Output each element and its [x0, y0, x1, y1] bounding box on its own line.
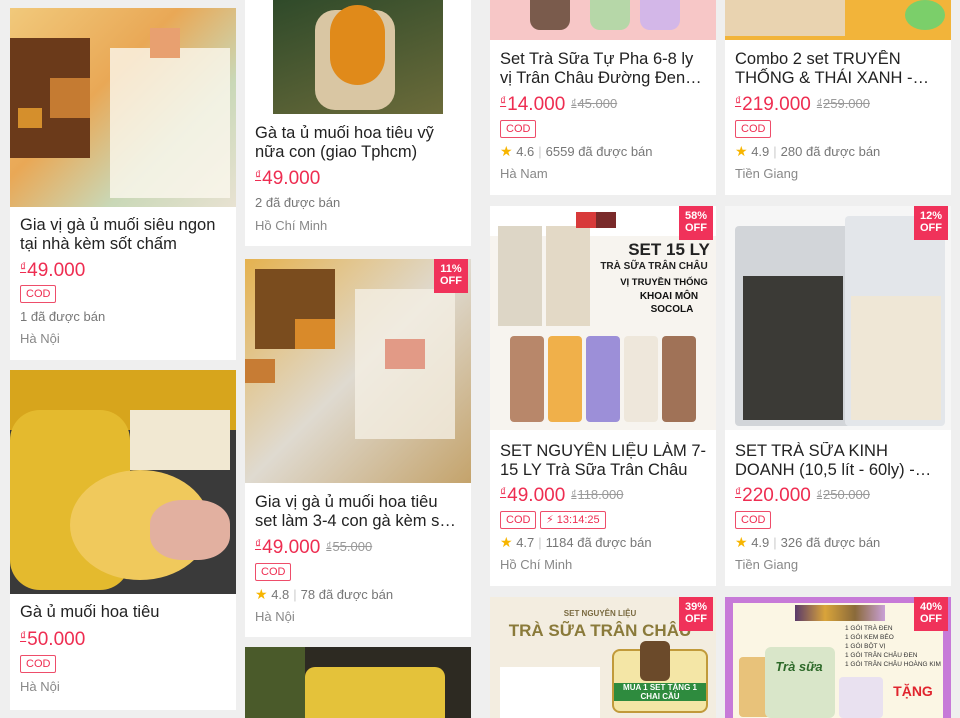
product-title: SET TRÀ SỮA KINH DOANH (10,5 lít - 60ly)…: [735, 442, 915, 479]
product-card[interactable]: Gia vị gà ủ muối siêu ngon tại nhà kèm s…: [10, 8, 236, 360]
product-location: Hà Nam: [500, 166, 548, 181]
product-card[interactable]: [245, 647, 471, 718]
sold-count: 2 đã được bán: [255, 195, 341, 210]
product-location: Hồ Chí Minh: [500, 557, 573, 572]
discount-badge: 12% OFF: [914, 206, 948, 240]
rating-sold: ★ 4.9 | 326 đã được bán: [735, 534, 881, 550]
product-card[interactable]: SET 15 LY TRÀ SỮA TRÂN CHÂU VỊ TRUYỀN TH…: [490, 206, 716, 586]
rating-sold: ★ 4.9 | 280 đã được bán: [735, 143, 881, 159]
promo-gift: TẶNG: [893, 683, 933, 699]
old-price: ₫259.000: [816, 96, 870, 111]
old-price: ₫45.000: [571, 96, 618, 111]
cod-badge: COD: [255, 563, 292, 581]
discount-badge: 39% OFF: [679, 597, 713, 631]
promo-line: 1 GÓI BỘT VỊ: [845, 643, 886, 650]
product-location: Tiền Giang: [735, 557, 799, 572]
product-price: ₫14.000 ₫45.000: [500, 94, 618, 115]
promo-headline: SET 15 LY: [628, 240, 710, 259]
star-icon: ★: [255, 586, 268, 602]
promo-line: KHOAI MÔN: [639, 291, 699, 302]
product-image: [10, 8, 236, 207]
promo-line: MUA 1 SET TẶNG 1 CHAI CẦU: [614, 683, 706, 701]
cod-badge: COD: [735, 120, 772, 138]
discount-badge: 58% OFF: [679, 206, 713, 240]
rating-sold: ★ 4.8 | 78 đã được bán: [255, 586, 394, 602]
product-title: SET NGUYÊN LIỆU LÀM 7-15 LY Trà Sữa Trân…: [500, 442, 707, 479]
star-icon: ★: [500, 143, 513, 159]
product-location: Hà Nội: [20, 331, 60, 346]
discount-badge: 11% OFF: [434, 259, 468, 293]
promo-line: SOCOLA: [650, 304, 694, 315]
product-price: ₫50.000: [20, 629, 86, 650]
product-title: Gia vị gà ủ muối hoa tiêu set làm 3-4 co…: [255, 493, 454, 530]
discount-badge: 40% OFF: [914, 597, 948, 631]
product-location: Hà Nội: [255, 609, 295, 624]
cod-badge: COD: [20, 285, 57, 303]
product-location: Hồ Chí Minh: [255, 218, 328, 233]
product-price: ₫49.000: [255, 168, 321, 189]
product-card[interactable]: 11% OFF Gia vị gà ủ muối hoa tiêu set làm…: [245, 259, 471, 637]
product-price: ₫49.000: [20, 260, 86, 281]
rating-sold: ★ 4.6 | 6559 đã được bán: [500, 143, 653, 159]
product-image: [245, 647, 471, 718]
star-icon: ★: [500, 534, 513, 550]
star-icon: ★: [735, 143, 748, 159]
lightning-icon: ⚡: [546, 514, 554, 526]
product-card[interactable]: SET NGUYÊN LIỆU TRÀ SỮA TRÂN CHÂU MUA 1 …: [490, 597, 716, 718]
product-image: [10, 370, 236, 594]
product-location: Hà Nội: [20, 679, 60, 694]
promo-line: SET NGUYÊN LIỆU: [563, 609, 637, 618]
promo-brand: Trà sữa: [775, 659, 823, 674]
product-card[interactable]: Gà ủ muối hoa tiêu ₫50.000 COD Hà Nội: [10, 370, 236, 710]
product-price: ₫49.000 ₫55.000: [255, 537, 373, 558]
flash-sale-timer: ⚡ 13:14:25: [540, 511, 606, 529]
cod-badge: COD: [500, 511, 537, 529]
star-icon: ★: [735, 534, 748, 550]
promo-line: 1 GÓI KEM BÉO: [845, 634, 894, 641]
old-price: ₫250.000: [816, 487, 870, 502]
product-title: Combo 2 set TRUYỀN THỐNG & THÁI XANH - N…: [735, 50, 913, 87]
product-image: [490, 0, 716, 40]
product-card[interactable]: Gà ta ủ muối hoa tiêu vỹ nữa con (giao T…: [245, 0, 471, 246]
promo-line: 1 GÓI TRÂN CHÂU ĐEN: [845, 652, 918, 659]
old-price: ₫118.000: [571, 487, 624, 502]
product-price: ₫220.000 ₫250.000: [735, 485, 870, 506]
old-price: ₫55.000: [326, 539, 373, 554]
product-image: [245, 0, 471, 114]
product-location: Tiền Giang: [735, 166, 799, 181]
sold-count: 1 đã được bán: [20, 309, 106, 324]
product-title: Gà ủ muối hoa tiêu: [20, 603, 160, 621]
promo-line: TRÀ SỮA TRÂN CHÂU: [600, 261, 708, 272]
product-title: Set Trà Sữa Tự Pha 6-8 ly vị Trân Châu Đ…: [500, 50, 694, 87]
product-card[interactable]: Set Trà Sữa Tự Pha 6-8 ly vị Trân Châu Đ…: [490, 0, 716, 195]
cod-badge: COD: [20, 655, 57, 673]
product-image: [725, 0, 951, 40]
product-card[interactable]: Combo 2 set TRUYỀN THỐNG & THÁI XANH - N…: [725, 0, 951, 195]
cod-badge: COD: [735, 511, 772, 529]
product-price: ₫49.000 ₫118.000: [500, 485, 624, 506]
promo-line: VỊ TRUYỀN THỐNG: [620, 277, 708, 288]
cod-badge: COD: [500, 120, 537, 138]
product-card[interactable]: 1 GÓI TRÀ ĐEN 1 GÓI KEM BÉO 1 GÓI BỘT VỊ…: [725, 597, 951, 718]
promo-headline: TRÀ SỮA TRÂN CHÂU: [508, 621, 692, 640]
product-card[interactable]: 12% OFF SET TRÀ SỮA KINH DOANH (10,5 lít …: [725, 206, 951, 586]
product-price: ₫219.000 ₫259.000: [735, 94, 870, 115]
promo-line: 1 GÓI TRÂN CHÂU HOÀNG KIM: [845, 661, 941, 668]
product-title: Gà ta ủ muối hoa tiêu vỹ nữa con (giao T…: [255, 124, 434, 161]
rating-sold: ★ 4.7 | 1184 đã được bán: [500, 534, 652, 550]
product-title: Gia vị gà ủ muối siêu ngon tại nhà kèm s…: [20, 216, 216, 253]
